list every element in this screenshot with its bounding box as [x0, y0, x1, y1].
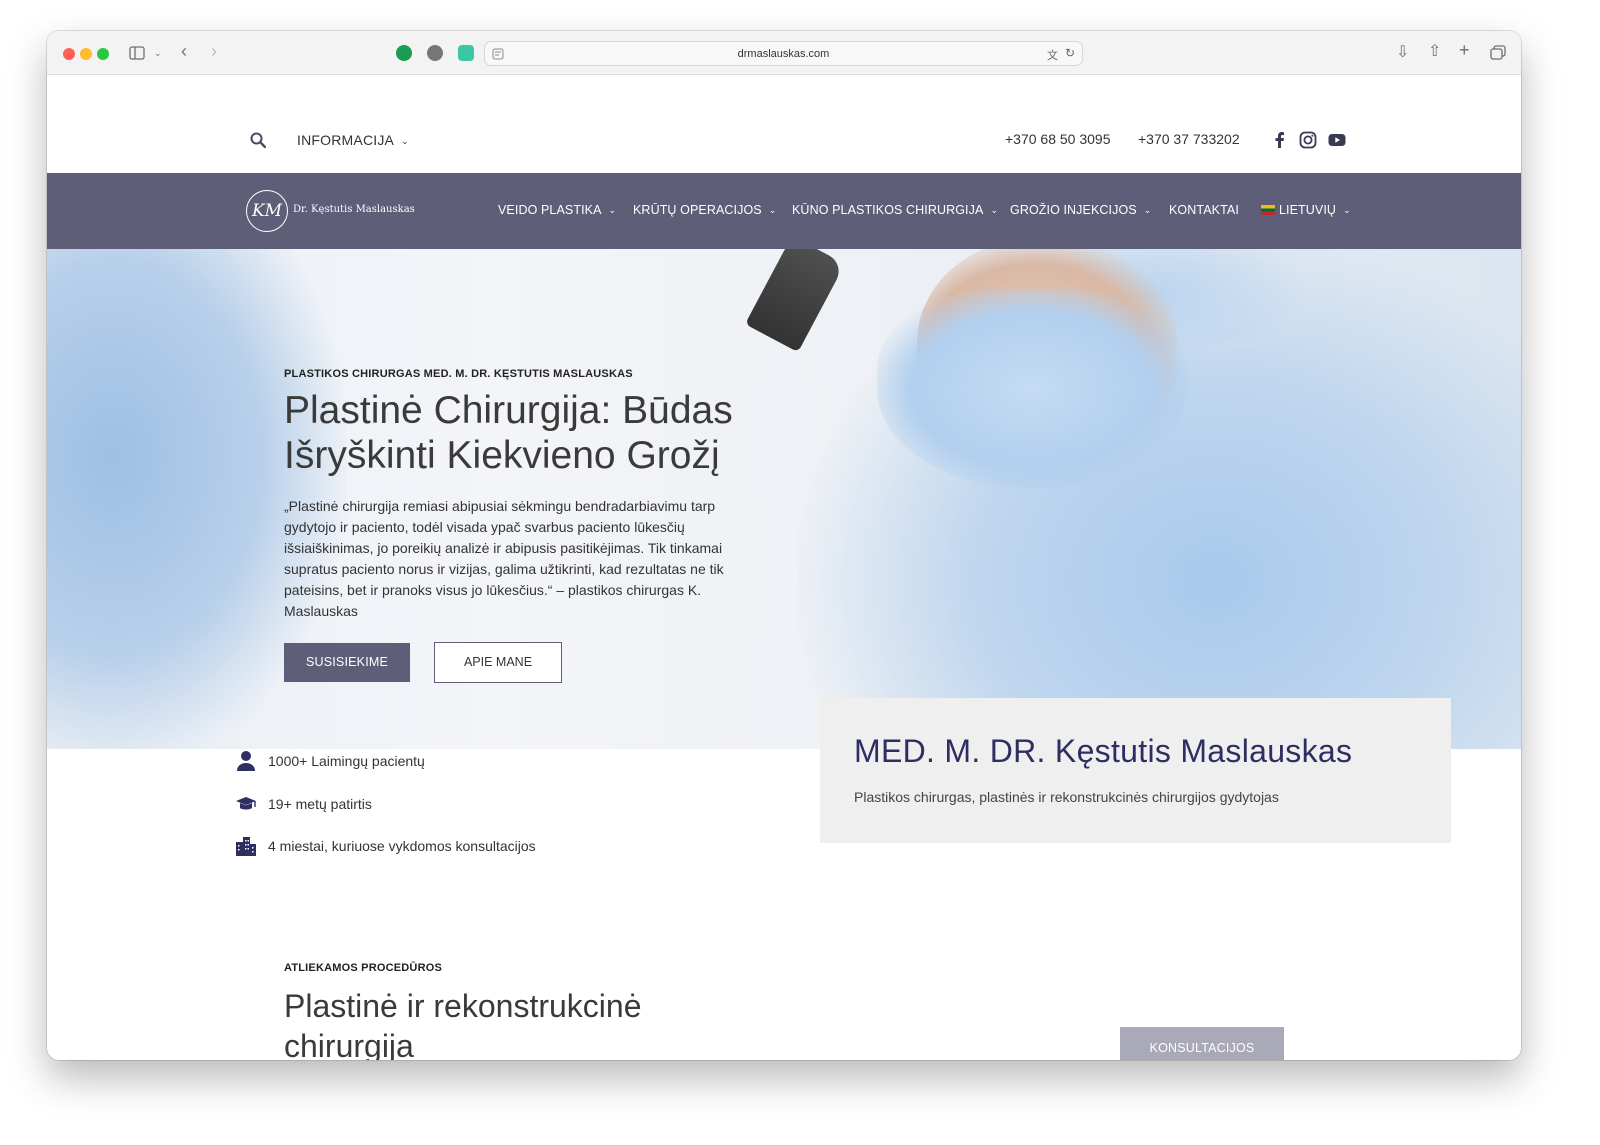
graduation-cap-icon	[236, 797, 256, 810]
translate-icon[interactable]: 文	[1047, 47, 1058, 63]
reload-icon[interactable]: ↻	[1065, 46, 1075, 60]
minimize-window-button[interactable]	[80, 48, 92, 60]
play-extension-icon[interactable]	[427, 45, 443, 61]
chevron-down-icon: ⌄	[401, 136, 409, 146]
doctor-info-card: MED. M. DR. Kęstutis Maslauskas Plastiko…	[820, 698, 1451, 843]
nav-item-grozio-injekcijos[interactable]: GROŽIO INJEKCIJOS ⌄	[1010, 203, 1151, 217]
search-icon[interactable]	[250, 132, 266, 148]
close-window-button[interactable]	[63, 48, 75, 60]
nav-item-krutu-operacijos[interactable]: KRŪTŲ OPERACIJOS ⌄	[633, 203, 776, 217]
forward-icon[interactable]: ›	[211, 42, 217, 60]
main-navigation: KM Dr. Kęstutis Maslauskas VEIDO PLASTIK…	[47, 173, 1521, 249]
person-icon	[237, 751, 255, 771]
nav-item-kuno-plastikos[interactable]: KŪNO PLASTIKOS CHIRURGIJA ⌄	[792, 203, 998, 217]
stat-item: 4 miestai, kuriuose vykdomos konsultacij…	[235, 835, 615, 859]
tab-overview-icon[interactable]	[1490, 45, 1506, 61]
info-menu[interactable]: INFORMACIJA ⌄	[297, 132, 409, 148]
stat-item: 1000+ Laimingų pacientų	[235, 750, 615, 774]
chevron-down-icon: ⌄	[608, 205, 617, 215]
chevron-down-icon: ⌄	[990, 205, 999, 215]
browser-window: ⌄ ‹ › drmaslauskas.com 文 ↻ ⇩ ⇧ + INFORMA…	[47, 31, 1521, 1060]
chevron-down-icon: ⌄	[1343, 205, 1351, 215]
lithuania-flag-icon	[1261, 205, 1275, 215]
chevron-down-icon[interactable]: ⌄	[154, 46, 162, 61]
doctor-title: Plastikos chirurgas, plastinės ir rekons…	[854, 789, 1279, 805]
nav-item-label: KRŪTŲ OPERACIJOS	[633, 203, 762, 217]
contact-button[interactable]: SUSISIEKIME	[284, 643, 410, 682]
new-tab-icon[interactable]: +	[1459, 41, 1470, 59]
about-me-button[interactable]: APIE MANE	[434, 642, 562, 683]
procedures-title: Plastinė ir rekonstrukcinė chirurgija	[284, 988, 642, 1060]
hero-background-surgical-mask	[877, 289, 1187, 489]
procedures-label: ATLIEKAMOS PROCEDŪROS	[284, 962, 443, 974]
address-bar[interactable]: drmaslauskas.com 文 ↻	[484, 41, 1083, 66]
zoom-window-button[interactable]	[97, 48, 109, 60]
stat-text: 1000+ Laimingų pacientų	[268, 753, 425, 769]
facebook-icon[interactable]	[1271, 131, 1289, 149]
nav-item-veido-plastika[interactable]: VEIDO PLASTIKA ⌄	[498, 203, 616, 217]
chevron-down-icon: ⌄	[768, 205, 777, 215]
hero-section: PLASTIKOS CHIRURGAS MED. M. DR. KĘSTUTIS…	[47, 249, 1521, 749]
hero-title: Plastinė Chirurgija: Būdas Išryškinti Ki…	[284, 389, 733, 477]
nav-item-label: VEIDO PLASTIKA	[498, 203, 602, 217]
back-icon[interactable]: ‹	[181, 42, 187, 60]
consultations-button[interactable]: KONSULTACIJOS	[1120, 1027, 1284, 1060]
doctor-name: MED. M. DR. Kęstutis Maslauskas	[854, 733, 1353, 769]
hero-quote: „Plastinė chirurgija remiasi abipusiai s…	[284, 498, 724, 619]
sidebar-toggle-icon[interactable]	[129, 46, 145, 60]
stat-text: 19+ metų patirtis	[268, 796, 372, 812]
top-info-bar: INFORMACIJA ⌄ +370 68 50 3095 +370 37 733…	[47, 75, 1521, 173]
phone-link-1[interactable]: +370 68 50 3095	[1005, 131, 1111, 147]
nav-item-label: GROŽIO INJEKCIJOS	[1010, 203, 1137, 217]
logo-monogram[interactable]: KM	[246, 190, 288, 232]
youtube-icon[interactable]	[1328, 131, 1346, 149]
logo-text[interactable]: Dr. Kęstutis Maslauskas	[293, 204, 415, 215]
share-icon[interactable]: ⇧	[1428, 44, 1441, 60]
phone-link-2[interactable]: +370 37 733202	[1138, 131, 1240, 147]
stat-text: 4 miestai, kuriuose vykdomos konsultacij…	[268, 838, 536, 854]
nav-item-kontaktai[interactable]: KONTAKTAI	[1169, 203, 1239, 217]
instagram-icon[interactable]	[1299, 131, 1317, 149]
chevron-down-icon: ⌄	[1143, 205, 1152, 215]
grammarly-extension-icon[interactable]	[396, 45, 412, 61]
language-label: LIETUVIŲ	[1279, 203, 1337, 217]
nav-item-label: KONTAKTAI	[1169, 203, 1239, 217]
language-selector[interactable]: LIETUVIŲ ⌄	[1261, 203, 1351, 217]
screen: ⌄ ‹ › drmaslauskas.com 文 ↻ ⇩ ⇧ + INFORMA…	[0, 0, 1600, 1145]
city-icon	[236, 837, 256, 856]
nav-item-label: KŪNO PLASTIKOS CHIRURGIJA	[792, 203, 984, 217]
app-extension-icon[interactable]	[458, 45, 474, 61]
browser-toolbar: ⌄ ‹ › drmaslauskas.com 文 ↻ ⇩ ⇧ +	[47, 31, 1521, 75]
hero-subtitle: PLASTIKOS CHIRURGAS MED. M. DR. KĘSTUTIS…	[284, 368, 633, 380]
url-text: drmaslauskas.com	[737, 48, 830, 60]
download-icon[interactable]: ⇩	[1396, 45, 1409, 61]
info-menu-label: INFORMACIJA	[297, 132, 395, 148]
stat-item: 19+ metų patirtis	[235, 793, 615, 817]
